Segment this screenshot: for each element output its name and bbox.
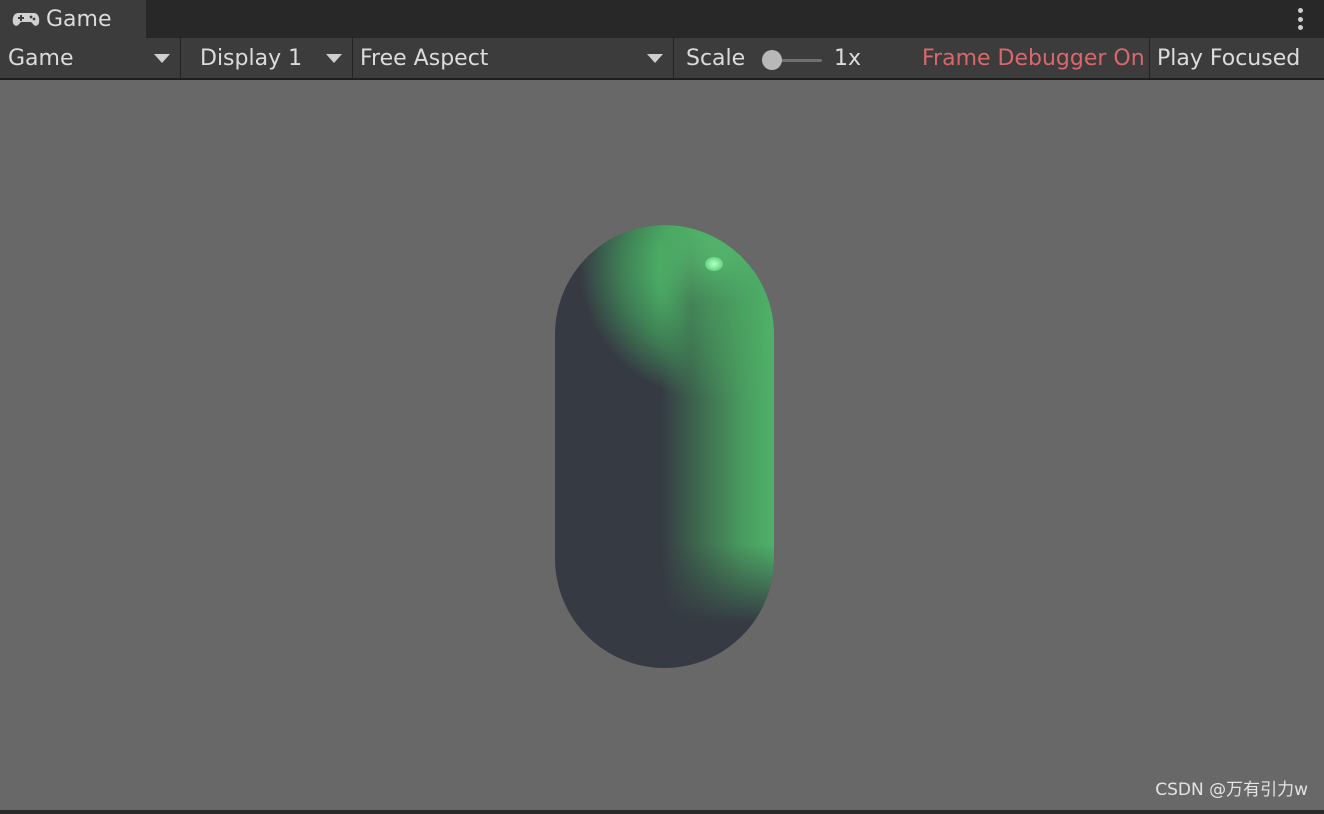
game-toolbar: Game Display 1 Free Aspect Scale 1x Fram… (0, 38, 1324, 79)
aspect-dropdown[interactable]: Free Aspect (353, 38, 674, 78)
tab-game[interactable]: Game (0, 0, 146, 38)
kebab-menu-icon[interactable] (1294, 6, 1306, 32)
mode-dropdown-label: Game (8, 45, 74, 71)
display-dropdown[interactable]: Display 1 (181, 38, 353, 78)
tab-bar: Game (0, 0, 1324, 38)
game-viewport[interactable]: CSDN @万有引力w (0, 80, 1324, 810)
gamepad-icon (12, 10, 40, 28)
chevron-down-icon (647, 54, 663, 63)
play-focused-dropdown[interactable]: Play Focused (1149, 38, 1324, 78)
scale-slider-thumb[interactable] (762, 50, 782, 70)
scale-value: 1x (834, 45, 862, 71)
display-dropdown-label: Display 1 (200, 45, 303, 71)
capsule-object (555, 225, 774, 668)
chevron-down-icon (326, 54, 342, 63)
tab-label: Game (46, 6, 112, 32)
frame-debugger-toggle[interactable]: Frame Debugger On (922, 38, 1145, 78)
aspect-dropdown-label: Free Aspect (360, 45, 489, 71)
specular-highlight (705, 257, 723, 271)
mode-dropdown[interactable]: Game (0, 38, 181, 78)
bottom-border (0, 810, 1324, 814)
watermark: CSDN @万有引力w (1155, 780, 1308, 800)
scale-label: Scale (686, 45, 746, 71)
chevron-down-icon (154, 54, 170, 63)
